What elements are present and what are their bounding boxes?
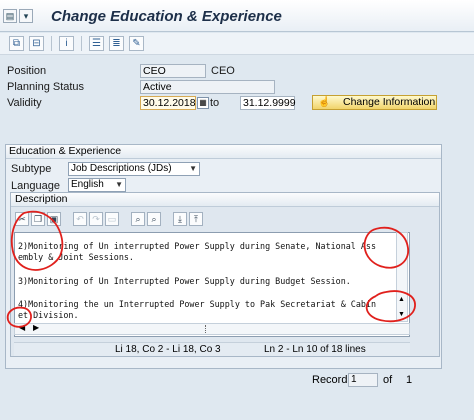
list-icon[interactable]: ≣	[109, 36, 124, 51]
validity-label: Validity	[7, 97, 42, 109]
toolbar-divider	[81, 36, 82, 51]
delimit-icon[interactable]: ⊟	[29, 36, 44, 51]
change-info-icon: ☝	[318, 97, 331, 108]
chevron-down-icon: ▼	[189, 164, 197, 173]
record-current-field[interactable]: 1	[348, 373, 378, 387]
editor-line: 4)Monitoring the un Interrupted Power Su…	[18, 299, 376, 309]
title-icons: ▤ ▾	[3, 9, 33, 23]
find-next-icon[interactable]: ⌕	[147, 211, 161, 226]
find-icon[interactable]: ⌕	[131, 211, 145, 226]
undo-icon[interactable]: ↶	[73, 211, 87, 226]
upload-icon[interactable]: ⤒	[189, 211, 203, 226]
line-info: Ln 2 - Ln 10 of 18 lines	[264, 344, 366, 355]
validity-from-field[interactable]: 30.12.2018	[140, 96, 196, 110]
cursor-position: Li 18, Co 2 - Li 18, Co 3	[115, 344, 221, 355]
scroll-up-icon[interactable]: ▲	[398, 296, 405, 303]
overview-icon[interactable]: ☰	[89, 36, 104, 51]
insert-icon[interactable]: ▭	[105, 211, 119, 226]
record-label: Record	[312, 374, 348, 386]
copy-icon[interactable]: ⧉	[9, 36, 24, 51]
record-total: 1	[406, 374, 413, 386]
info-icon[interactable]: i	[59, 36, 74, 51]
position-text: CEO	[211, 65, 235, 77]
language-label: Language	[11, 180, 60, 192]
editor-line: embly & Joint Sessions.	[18, 252, 134, 262]
language-select[interactable]: English ▼	[68, 178, 126, 192]
copy-icon[interactable]: ❐	[31, 211, 45, 226]
calendar-icon[interactable]: ▦	[197, 97, 209, 109]
subtype-label: Subtype	[11, 163, 52, 175]
app-toolbar: ⧉ ⊟ i ☰ ≣ ✎	[0, 33, 474, 55]
editor-line: 3)Monitoring of Un Interrupted Power Sup…	[18, 276, 351, 286]
editor-vertical-scrollbar[interactable]: ▲ ▼	[396, 232, 408, 322]
dropdown-arrow-icon[interactable]: ▾	[19, 9, 33, 23]
scroll-left-icon[interactable]: ◀	[19, 323, 25, 332]
validity-to-label: to	[210, 97, 220, 109]
position-field[interactable]: CEO	[140, 64, 206, 78]
subtype-select[interactable]: Job Descriptions (JDs) ▼	[68, 162, 200, 176]
description-title: Description	[11, 193, 439, 207]
change-information-label: Change Information	[343, 96, 436, 108]
edit-icon[interactable]: ✎	[129, 36, 144, 51]
record-of-label: of	[383, 374, 393, 386]
scroll-right-icon[interactable]: ▶	[33, 323, 39, 332]
toolbar-divider	[51, 36, 52, 51]
editor-line: 2)Monitoring of Un interrupted Power Sup…	[18, 241, 376, 251]
position-label: Position	[7, 65, 47, 77]
editor-status-bar: Li 18, Co 2 - Li 18, Co 3 Ln 2 - Ln 10 o…	[14, 342, 410, 356]
scroll-grip[interactable]	[205, 325, 207, 333]
document-icon[interactable]: ▤	[3, 9, 17, 23]
language-value: English	[71, 179, 104, 190]
group-title: Education & Experience	[6, 145, 441, 159]
planning-status-field[interactable]: Active	[140, 80, 275, 94]
planning-status-label: Planning Status	[7, 81, 85, 93]
change-information-button[interactable]: ☝ Change Information	[312, 95, 437, 110]
validity-to-field[interactable]: 31.12.9999	[240, 96, 296, 110]
paste-icon[interactable]: ▣	[47, 211, 61, 226]
description-editor[interactable]: 2)Monitoring of Un interrupted Power Sup…	[14, 232, 410, 337]
editor-horizontal-scrollbar[interactable]: ◀ ▶	[14, 323, 410, 335]
save-local-icon[interactable]: ⤓	[173, 211, 187, 226]
cut-icon[interactable]: ✂	[15, 211, 29, 226]
page-title: Change Education & Experience	[51, 8, 282, 25]
redo-icon[interactable]: ↷	[89, 211, 103, 226]
title-bar: ▤ ▾ Change Education & Experience	[0, 0, 474, 32]
editor-line: et Division.	[18, 310, 79, 320]
scroll-down-icon[interactable]: ▼	[398, 311, 405, 318]
editor-toolbar: ✂ ❐ ▣ ↶ ↷ ▭ ⌕ ⌕ ⤓ ⤒	[15, 210, 203, 227]
chevron-down-icon: ▼	[115, 180, 123, 189]
subtype-value: Job Descriptions (JDs)	[71, 163, 172, 174]
